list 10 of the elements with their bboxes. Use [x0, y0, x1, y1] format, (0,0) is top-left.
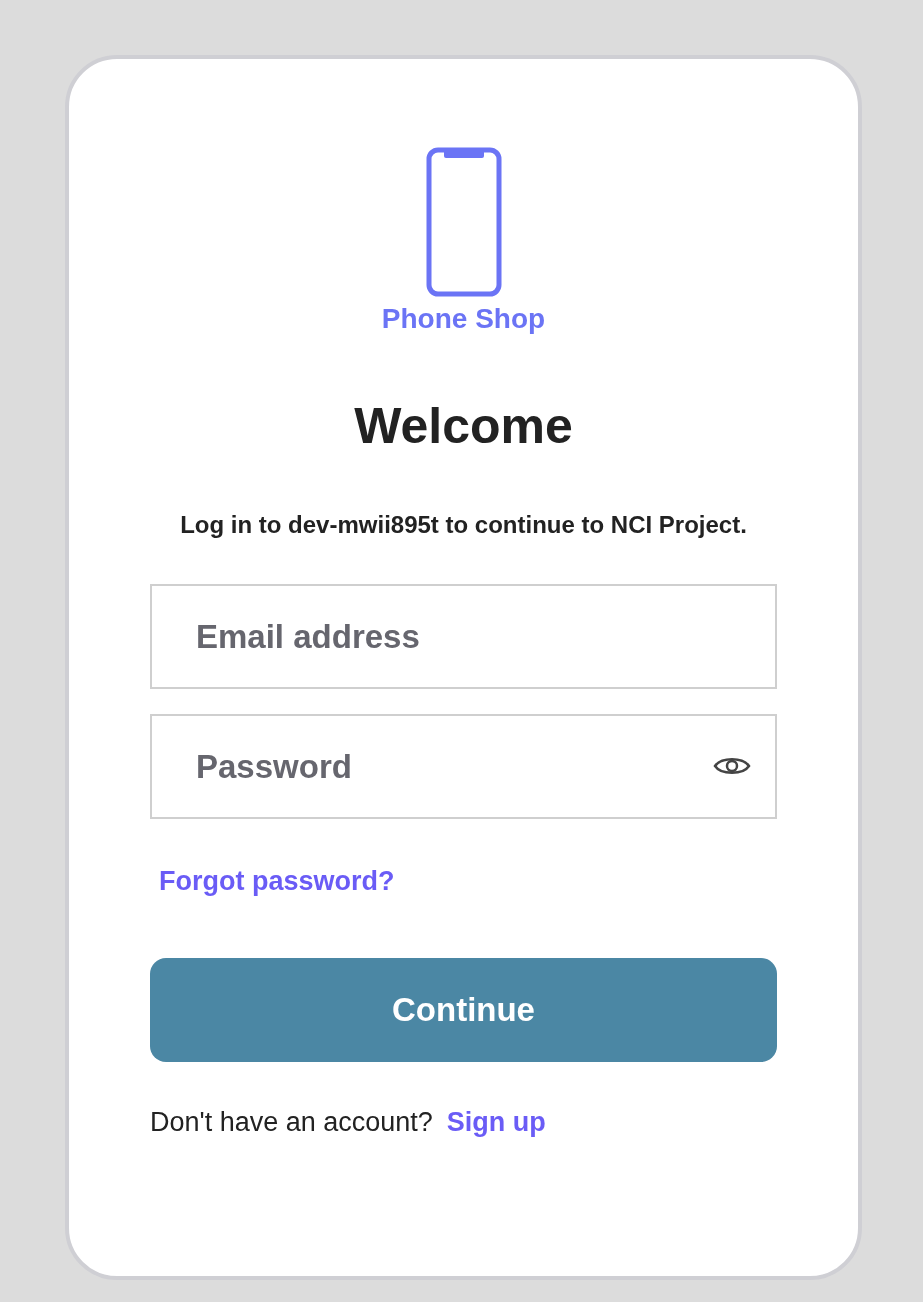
password-field[interactable]: Password [150, 714, 777, 819]
forgot-password-link[interactable]: Forgot password? [159, 866, 395, 896]
phone-icon [425, 147, 502, 297]
email-field[interactable]: Email address [150, 584, 777, 689]
signup-link[interactable]: Sign up [446, 1101, 546, 1142]
signup-prompt: Don't have an account? [150, 1105, 433, 1139]
page-title: Welcome [354, 401, 573, 451]
subtitle: Log in to dev-mwii895t to continue to NCI Project. [179, 510, 748, 540]
brand-name: Phone Shop [381, 305, 546, 333]
continue-button[interactable]: Continue [150, 957, 777, 1062]
